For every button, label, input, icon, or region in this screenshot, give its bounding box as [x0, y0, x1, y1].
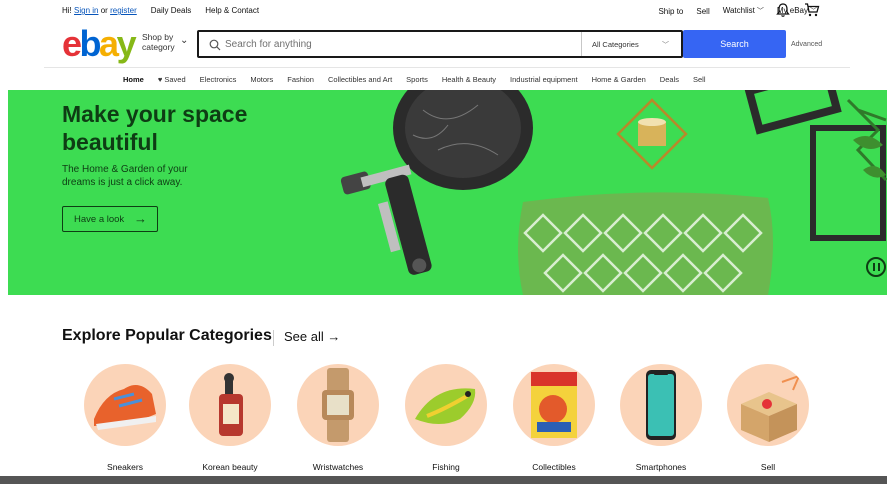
category-label: Korean beauty: [202, 462, 258, 472]
chevron-down-icon: ﹀: [756, 8, 764, 15]
category-wristwatches[interactable]: Wristwatches: [288, 364, 388, 472]
fishing-image: [405, 364, 487, 446]
logo-letter-e: e: [62, 23, 82, 64]
watchlist-menu[interactable]: Watchlist ﹀: [723, 6, 764, 16]
ship-to-button[interactable]: Ship to: [658, 7, 683, 16]
chevron-down-icon: ⌄: [180, 35, 189, 46]
nav-item-motors[interactable]: Motors: [250, 75, 273, 84]
greeting-text: Hi! Sign in or register: [62, 6, 137, 15]
main-header: ebay Shop by category ⌄ All Categories ﹀…: [0, 22, 887, 67]
category-fishing[interactable]: Fishing: [396, 364, 496, 472]
watchlist-label: Watchlist: [722, 6, 755, 15]
greeting: Hi!: [62, 6, 72, 15]
bell-icon[interactable]: [775, 2, 791, 18]
advanced-search-link[interactable]: Advanced: [791, 41, 822, 48]
category-label: Collectibles: [532, 462, 576, 472]
have-a-look-label: Have a look: [74, 214, 125, 225]
category-label: Fishing: [432, 462, 460, 472]
category-select-value: All Categories: [592, 40, 639, 49]
help-contact-link[interactable]: Help & Contact: [205, 6, 259, 15]
or-text: or: [100, 6, 108, 15]
see-all-link[interactable]: See all →: [284, 329, 340, 344]
nav-item-sell[interactable]: Sell: [693, 75, 706, 84]
category-label: Wristwatches: [312, 462, 364, 472]
top-right-links: Ship to Sell Watchlist ﹀ My eBay ﹀: [658, 6, 817, 16]
register-link[interactable]: register: [110, 6, 137, 15]
nav-item-collectibles-and-art[interactable]: Collectibles and Art: [328, 75, 392, 84]
pause-icon[interactable]: [866, 257, 886, 277]
category-sneakers[interactable]: Sneakers: [75, 364, 175, 472]
search-bar: All Categories ﹀: [197, 30, 683, 58]
category-list: Sneakers Korean beauty Wristwatches Fish…: [0, 364, 887, 484]
category-select[interactable]: All Categories ﹀: [581, 32, 681, 56]
window-bottom-edge: [0, 476, 887, 484]
category-label: Sneakers: [107, 462, 143, 472]
category-collectibles[interactable]: Collectibles: [504, 364, 604, 472]
divider: [273, 330, 274, 346]
wristwatches-image: [297, 364, 379, 446]
nav-item-saved[interactable]: ♥ Saved: [158, 75, 186, 84]
korean-beauty-image: [189, 364, 271, 446]
top-utility-bar: Hi! Sign in or register Daily Deals Help…: [0, 0, 887, 22]
nav-item-electronics[interactable]: Electronics: [200, 75, 237, 84]
daily-deals-link[interactable]: Daily Deals: [151, 6, 191, 15]
hero-title: Make your space beautiful: [62, 101, 248, 155]
collectibles-image: [513, 364, 595, 446]
nav-item-fashion[interactable]: Fashion: [287, 75, 314, 84]
have-a-look-button[interactable]: Have a look →: [62, 206, 158, 232]
hero-banner[interactable]: Make your space beautiful The Home & Gar…: [8, 90, 887, 295]
category-label: Sell: [760, 462, 776, 472]
search-input[interactable]: [225, 35, 575, 53]
chevron-down-icon: ﹀: [662, 42, 669, 49]
logo-letter-a: a: [99, 23, 119, 64]
search-icon: [209, 39, 221, 51]
category-korean-beauty[interactable]: Korean beauty: [180, 364, 280, 472]
nav-item-deals[interactable]: Deals: [660, 75, 679, 84]
shop-by-category-button[interactable]: Shop by category ⌄: [142, 32, 188, 52]
category-smartphones[interactable]: Smartphones: [611, 364, 711, 472]
nav-item-home[interactable]: Home: [123, 75, 144, 84]
cart-icon[interactable]: [804, 2, 820, 18]
nav-item-health-beauty[interactable]: Health & Beauty: [442, 75, 496, 84]
see-all-label: See all: [284, 329, 324, 344]
nav-item-sports[interactable]: Sports: [406, 75, 428, 84]
sign-in-link[interactable]: Sign in: [74, 6, 98, 15]
ebay-logo[interactable]: ebay: [62, 23, 137, 64]
top-left-links: Hi! Sign in or register Daily Deals Help…: [62, 6, 259, 15]
logo-letter-y: y: [116, 23, 137, 64]
sneakers-image: [84, 364, 166, 446]
category-label: Smartphones: [635, 462, 687, 472]
search-button[interactable]: Search: [683, 30, 786, 58]
arrow-right-icon: →: [134, 211, 147, 226]
shop-by-label: Shop by: [142, 32, 174, 42]
nav-item-home-garden[interactable]: Home & Garden: [592, 75, 646, 84]
nav-item-industrial-equipment[interactable]: Industrial equipment: [510, 75, 578, 84]
sell-image: [727, 364, 809, 446]
smartphones-image: [620, 364, 702, 446]
arrow-right-icon: →: [327, 329, 341, 344]
category-sell[interactable]: Sell: [718, 364, 818, 472]
hero-subtitle: The Home & Garden of your dreams is just…: [62, 164, 188, 188]
sell-link[interactable]: Sell: [696, 7, 709, 16]
category-nav: Home ♥ Saved Electronics Motors Fashion …: [44, 67, 850, 89]
logo-letter-b: b: [79, 23, 102, 64]
explore-categories-heading: Explore Popular Categories: [62, 327, 272, 344]
category-label: category: [142, 42, 175, 52]
